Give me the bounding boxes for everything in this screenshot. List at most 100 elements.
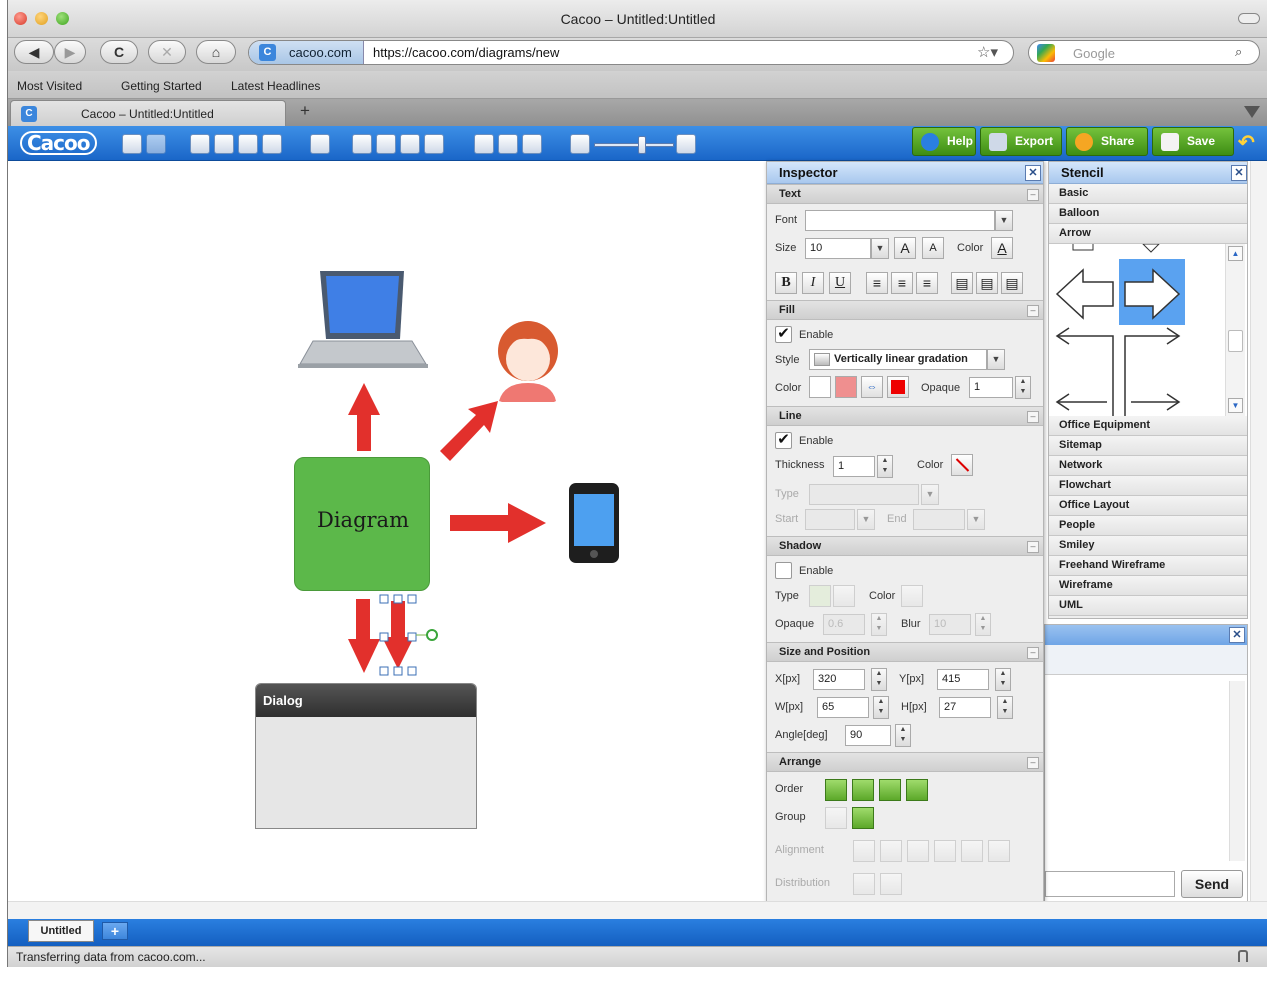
inspector-close-icon[interactable]: ✕ — [1025, 165, 1041, 181]
arrow-right[interactable] — [450, 503, 546, 543]
toolbar-toggle-button[interactable] — [1238, 13, 1260, 24]
y-spinner[interactable]: ▲ ▼ — [995, 668, 1011, 691]
back-button[interactable]: ◀ — [14, 40, 54, 64]
home-button[interactable]: ⌂ — [196, 40, 236, 64]
shadow-color-button[interactable] — [901, 585, 923, 607]
stop-button[interactable]: ✕ — [148, 40, 186, 64]
share-button[interactable]: Share — [1066, 127, 1148, 156]
arrange-collapse-icon[interactable]: – — [1027, 757, 1039, 769]
shadow-type-1-icon[interactable] — [809, 585, 831, 607]
stencil-scrollbar[interactable]: ▲ ▼ — [1225, 244, 1245, 416]
italic-button[interactable]: I — [802, 272, 824, 294]
stencil-category-flowchart[interactable]: Flowchart — [1049, 476, 1247, 496]
stencil-category-balloon[interactable]: Balloon — [1049, 204, 1247, 224]
paste-icon[interactable] — [214, 134, 234, 154]
bookmark-latest-headlines[interactable]: Latest Headlines — [231, 79, 320, 93]
group-icon[interactable] — [825, 807, 847, 829]
address-bar[interactable]: C cacoo.com https://cacoo.com/diagrams/n… — [248, 40, 1014, 65]
scroll-up-icon[interactable]: ▲ — [1228, 246, 1243, 261]
size-position-section-header[interactable]: Size and Position — [767, 642, 1043, 662]
stencil-category-people[interactable]: People — [1049, 516, 1247, 536]
shadow-type-2-icon[interactable] — [833, 585, 855, 607]
fill-style-select[interactable]: Vertically linear gradation — [809, 349, 987, 370]
send-backward-icon[interactable] — [879, 779, 901, 801]
add-page-button[interactable]: + — [102, 922, 128, 940]
send-to-back-icon[interactable] — [906, 779, 928, 801]
font-shrink-icon[interactable]: A — [922, 237, 944, 259]
thickness-input[interactable]: 1 — [833, 456, 875, 477]
bring-forward-icon[interactable] — [852, 779, 874, 801]
smartphone-icon[interactable] — [569, 483, 619, 563]
save-button[interactable]: Save — [1152, 127, 1234, 156]
canvas-horizontal-scrollbar[interactable] — [8, 901, 1267, 919]
bookmark-star-icon[interactable]: ☆▾ — [977, 43, 998, 61]
bring-to-front-icon[interactable] — [825, 779, 847, 801]
info-icon[interactable] — [522, 134, 542, 154]
stencil-category-freehand-wireframe[interactable]: Freehand Wireframe — [1049, 556, 1247, 576]
scroll-thumb[interactable] — [1228, 330, 1243, 352]
send-button[interactable]: Send — [1181, 870, 1243, 898]
underline-button[interactable]: U — [829, 272, 851, 294]
size-dropdown-icon[interactable]: ▼ — [871, 238, 889, 259]
image-tool-icon[interactable] — [400, 134, 420, 154]
page-tab-untitled[interactable]: Untitled — [28, 920, 94, 942]
arrange-section-header[interactable]: Arrange — [767, 752, 1043, 772]
stencil-category-uml[interactable]: UML — [1049, 596, 1247, 616]
zoom-slider-handle[interactable] — [638, 136, 646, 154]
chat-input[interactable] — [1045, 871, 1175, 897]
bold-button[interactable]: B — [775, 272, 797, 294]
site-identity[interactable]: C cacoo.com — [249, 41, 364, 64]
valign-top-icon[interactable]: ▤ — [951, 272, 973, 294]
right-arrow-stencil[interactable] — [1119, 259, 1185, 325]
valign-bottom-icon[interactable]: ▤ — [1001, 272, 1023, 294]
stencil-category-basic[interactable]: Basic — [1049, 184, 1247, 204]
stencil-close-icon[interactable]: ✕ — [1231, 165, 1247, 181]
x-spinner[interactable]: ▲ ▼ — [871, 668, 887, 691]
stencil-category-sitemap[interactable]: Sitemap — [1049, 436, 1247, 456]
line-tool-icon[interactable] — [376, 134, 396, 154]
redo-icon[interactable] — [146, 134, 166, 154]
search-box[interactable]: Google ⌕ — [1028, 40, 1260, 65]
w-spinner[interactable]: ▲ ▼ — [873, 696, 889, 719]
line-color-button[interactable] — [951, 454, 973, 476]
swap-colors-icon[interactable]: ⇔ — [861, 376, 883, 398]
forward-button[interactable]: ▶ — [54, 40, 86, 64]
thickness-spinner[interactable]: ▲ ▼ — [877, 455, 893, 478]
h-input[interactable]: 27 — [939, 697, 991, 718]
stencil-category-office-layout[interactable]: Office Layout — [1049, 496, 1247, 516]
size-input[interactable]: 10 — [805, 238, 871, 259]
clipboard-icon[interactable] — [262, 134, 282, 154]
fill-opaque-spinner[interactable]: ▲ ▼ — [1015, 376, 1031, 399]
fill-enable-checkbox[interactable]: ✔ — [775, 326, 792, 343]
text-color-button[interactable]: A — [991, 237, 1013, 259]
chat-scrollbar[interactable] — [1229, 681, 1245, 861]
dialog-shape[interactable]: Dialog — [255, 683, 477, 829]
align-right-icon[interactable]: ≡ — [916, 272, 938, 294]
fill-color-end[interactable] — [835, 376, 857, 398]
fill-color-start[interactable] — [809, 376, 831, 398]
zoom-out-icon[interactable] — [570, 134, 590, 154]
canvas-vertical-scrollbar[interactable] — [1250, 161, 1267, 901]
font-grow-icon[interactable]: A — [894, 237, 916, 259]
angle-spinner[interactable]: ▲ ▼ — [895, 724, 911, 747]
stencil-category-office-equipment[interactable]: Office Equipment — [1049, 416, 1247, 436]
fill-section-header[interactable]: Fill — [767, 300, 1043, 320]
valign-middle-icon[interactable]: ▤ — [976, 272, 998, 294]
y-input[interactable]: 415 — [937, 669, 989, 690]
stencil-category-arrow[interactable]: Arrow — [1049, 224, 1247, 244]
shape-icon[interactable] — [310, 134, 330, 154]
text-tool-icon[interactable] — [352, 134, 372, 154]
left-arrow-stencil[interactable] — [1055, 268, 1114, 320]
camera-icon[interactable] — [424, 134, 444, 154]
person-icon[interactable] — [498, 321, 558, 402]
zoom-in-icon[interactable] — [676, 134, 696, 154]
font-dropdown-icon[interactable]: ▼ — [995, 210, 1013, 231]
layers-icon[interactable] — [498, 134, 518, 154]
shadow-section-header[interactable]: Shadow — [767, 536, 1043, 556]
line-enable-checkbox[interactable]: ✔ — [775, 432, 792, 449]
browser-tab[interactable]: C Cacoo – Untitled:Untitled — [10, 100, 286, 126]
fill-collapse-icon[interactable]: – — [1027, 305, 1039, 317]
size-position-collapse-icon[interactable]: – — [1027, 647, 1039, 659]
rotate-handle[interactable] — [426, 629, 438, 641]
arrow-down-left[interactable] — [348, 599, 380, 673]
